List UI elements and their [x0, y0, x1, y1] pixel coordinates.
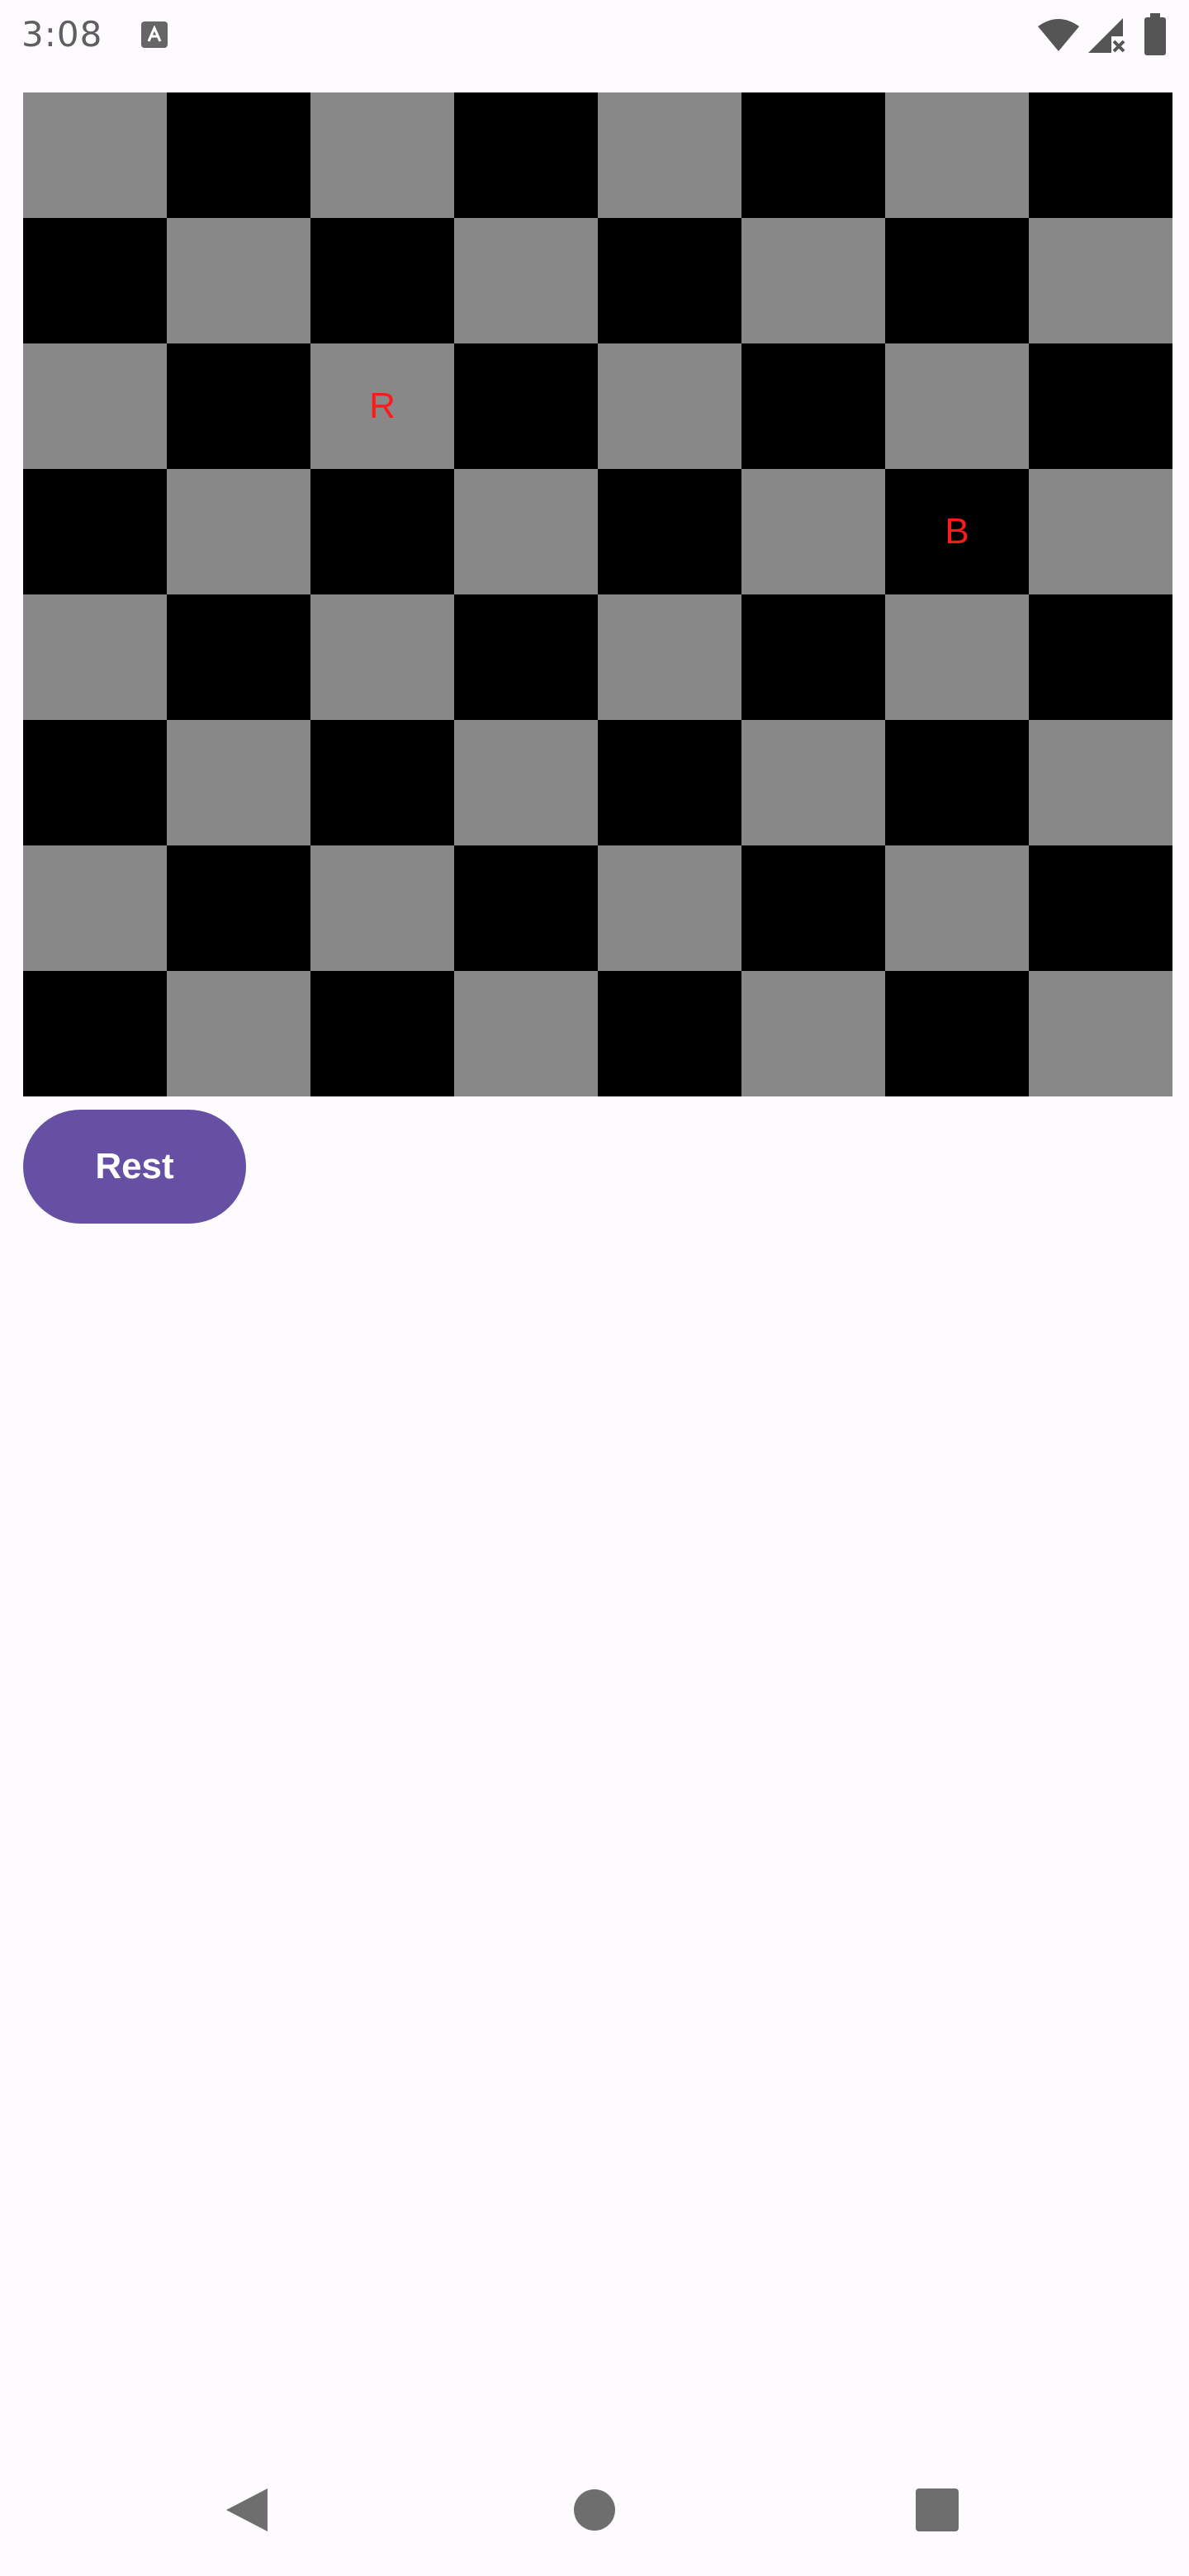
board-cell[interactable] — [598, 343, 741, 469]
board-cell[interactable] — [1029, 469, 1172, 594]
board-cell[interactable] — [598, 218, 741, 343]
board-cell[interactable] — [454, 92, 598, 218]
board-cell[interactable] — [310, 971, 454, 1096]
board-cell[interactable] — [598, 469, 741, 594]
board-piece: R — [369, 386, 396, 426]
board-cell[interactable] — [1029, 594, 1172, 720]
home-circle-icon[interactable] — [573, 2488, 616, 2535]
board-cell[interactable] — [23, 92, 167, 218]
board-cell[interactable] — [310, 720, 454, 845]
board-cell[interactable] — [310, 594, 454, 720]
board-cell[interactable] — [1029, 720, 1172, 845]
board-cell[interactable] — [885, 594, 1029, 720]
board-cell[interactable] — [454, 720, 598, 845]
rest-button[interactable]: Rest — [23, 1110, 246, 1224]
board-cell[interactable] — [454, 469, 598, 594]
board-cell[interactable] — [598, 594, 741, 720]
board-cell[interactable] — [741, 92, 885, 218]
board-cell[interactable] — [454, 594, 598, 720]
board-cell[interactable] — [454, 845, 598, 971]
board-cell[interactable] — [1029, 845, 1172, 971]
board-cell[interactable] — [167, 343, 310, 469]
board-cell[interactable] — [741, 343, 885, 469]
recents-square-icon[interactable] — [916, 2488, 959, 2535]
board-cell[interactable] — [454, 971, 598, 1096]
battery-icon — [1143, 13, 1168, 59]
board-cell[interactable] — [885, 92, 1029, 218]
cell-signal-no-data-icon — [1087, 17, 1126, 58]
game-board[interactable]: RB — [23, 92, 1172, 1096]
board-cell[interactable] — [167, 720, 310, 845]
board-cell[interactable] — [167, 92, 310, 218]
board-cell[interactable] — [741, 720, 885, 845]
board-cell[interactable] — [885, 720, 1029, 845]
board-cell[interactable] — [454, 343, 598, 469]
board-cell[interactable] — [741, 469, 885, 594]
status-bar: 3:08 — [0, 0, 1189, 69]
board-cell[interactable] — [598, 845, 741, 971]
board-piece: B — [945, 511, 969, 552]
board-cell[interactable] — [310, 218, 454, 343]
board-cell[interactable] — [167, 594, 310, 720]
board-cell[interactable] — [23, 594, 167, 720]
board-cell[interactable] — [741, 845, 885, 971]
board-cell[interactable] — [741, 594, 885, 720]
board-cell[interactable] — [23, 469, 167, 594]
navigation-bar — [0, 2444, 1189, 2576]
board-cell[interactable] — [1029, 343, 1172, 469]
board-cell[interactable] — [167, 218, 310, 343]
status-time: 3:08 — [21, 14, 103, 54]
board-cell[interactable] — [23, 720, 167, 845]
board-cell[interactable]: R — [310, 343, 454, 469]
board-cell[interactable] — [598, 92, 741, 218]
board-cell[interactable] — [885, 971, 1029, 1096]
board-cell[interactable] — [167, 845, 310, 971]
board-cell[interactable] — [1029, 971, 1172, 1096]
board-cell[interactable] — [23, 971, 167, 1096]
board-cell[interactable] — [167, 469, 310, 594]
board-cell[interactable] — [885, 343, 1029, 469]
board-cell[interactable] — [310, 845, 454, 971]
board-cell[interactable] — [741, 971, 885, 1096]
board-cell[interactable] — [167, 971, 310, 1096]
keyboard-a-icon — [141, 21, 168, 48]
board-cell[interactable]: B — [885, 469, 1029, 594]
board-cell[interactable] — [885, 218, 1029, 343]
back-triangle-icon[interactable] — [225, 2487, 271, 2536]
board-cell[interactable] — [23, 218, 167, 343]
board-cell[interactable] — [598, 971, 741, 1096]
board-cell[interactable] — [454, 218, 598, 343]
board-cell[interactable] — [23, 343, 167, 469]
board-cell[interactable] — [885, 845, 1029, 971]
board-cell[interactable] — [598, 720, 741, 845]
board-cell[interactable] — [1029, 218, 1172, 343]
board-cell[interactable] — [1029, 92, 1172, 218]
board-cell[interactable] — [310, 469, 454, 594]
board-cell[interactable] — [23, 845, 167, 971]
board-cell[interactable] — [310, 92, 454, 218]
wifi-icon — [1037, 18, 1080, 56]
board-cell[interactable] — [741, 218, 885, 343]
